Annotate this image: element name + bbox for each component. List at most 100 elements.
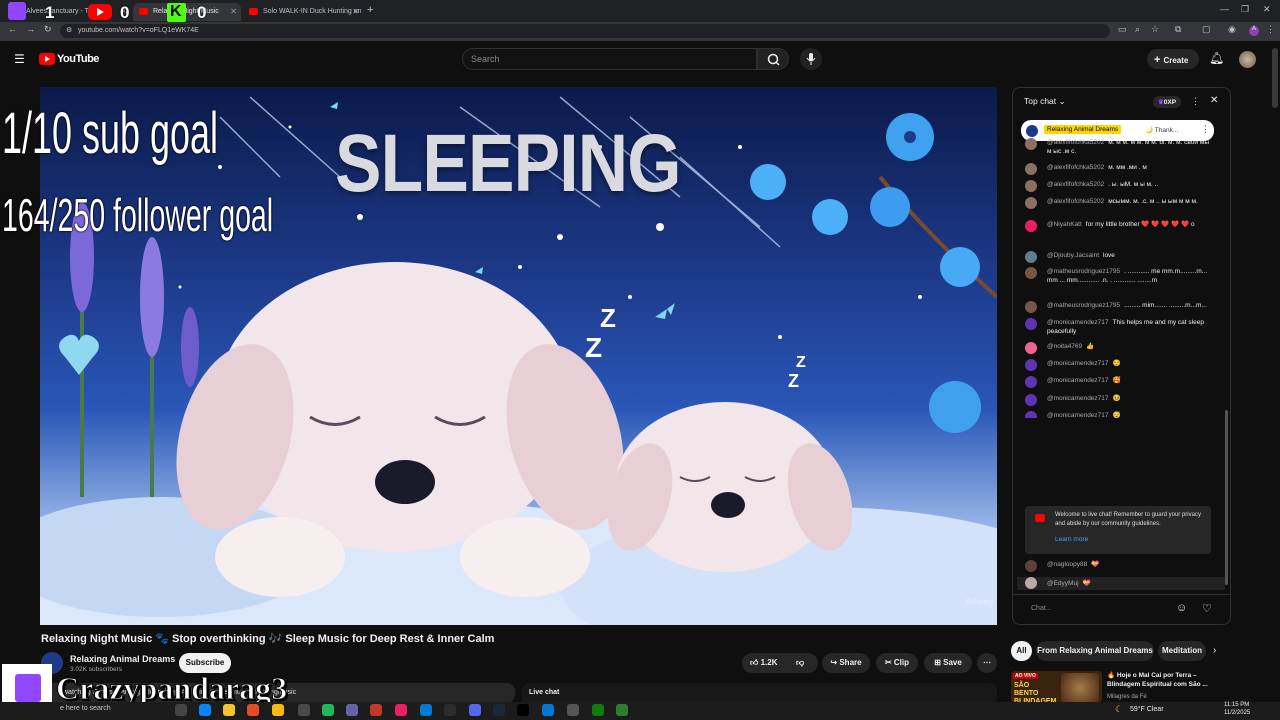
chevron-right-icon[interactable]: › [1213, 645, 1216, 656]
chat-avatar [1025, 301, 1037, 313]
cast-icon[interactable]: ▭ [1118, 24, 1127, 35]
search-input[interactable]: Search [462, 48, 757, 70]
video-title: Relaxing Night Music 🐾 Stop overthinking… [41, 633, 495, 645]
thumbs-down-icon[interactable]: 👎︎ [796, 658, 804, 668]
chip-all[interactable]: All [1011, 641, 1032, 661]
discord-icon[interactable] [469, 704, 481, 716]
live-chat-label: Live chat [529, 689, 560, 696]
chat-message-body: @monicamendez717 😌 [1047, 359, 1215, 368]
chat-username: @Djouby.Jacsaint [1047, 252, 1099, 259]
app-icon[interactable] [346, 704, 358, 716]
minimize-icon[interactable]: — [1220, 4, 1229, 14]
edge-icon[interactable] [199, 704, 211, 716]
live-chat-replay-header[interactable]: Live chat [522, 683, 997, 703]
chat-avatar [1025, 577, 1037, 589]
tiktok-icon[interactable] [395, 704, 407, 716]
more-actions-button[interactable]: ⋯ [977, 653, 997, 673]
chat-input[interactable]: Chat... [1023, 600, 1176, 618]
steam-icon[interactable] [493, 704, 505, 716]
share-icon: ↪ [830, 658, 840, 667]
more-menu-icon[interactable]: ⋮ [1266, 24, 1275, 35]
close-window-icon[interactable]: ✕ [1263, 4, 1271, 15]
chat-text: 💝 [1082, 580, 1091, 587]
notifications-bell-icon[interactable]: 🔔︎ [1209, 51, 1224, 65]
split-view-icon[interactable]: ▢ [1202, 24, 1211, 35]
app-icon[interactable] [567, 704, 579, 716]
back-icon[interactable]: ← [8, 24, 17, 34]
chat-username: @alexfifofchka5202 [1047, 181, 1105, 188]
youtube-wordmark[interactable]: YouTube [57, 53, 99, 65]
emoji-icon[interactable]: ☺ [1176, 602, 1187, 614]
app-icon[interactable] [616, 704, 628, 716]
learn-more-link[interactable]: Learn more [1055, 536, 1088, 543]
xbox-icon[interactable] [592, 704, 604, 716]
bookmark-star-icon[interactable]: ☆ [1151, 24, 1159, 35]
save-button[interactable]: ⊞ Save [924, 653, 972, 673]
profile-icon[interactable]: ◉ [1228, 24, 1236, 35]
app-icon[interactable] [247, 704, 259, 716]
tab-duck-hunting[interactable]: Solo WALK-IN Duck Hunting on ✕ [243, 3, 363, 21]
tab-youtube-active[interactable]: Relaxing Night Music ✕ [133, 3, 241, 21]
youtube-logo-icon[interactable] [39, 53, 55, 65]
chat-text: 🥰 [1112, 377, 1121, 384]
app-icon[interactable] [420, 704, 432, 716]
chat-avatar [1025, 342, 1037, 354]
recommended-title[interactable]: 🔥 Hoje o Mal Cai por Terra – Blindagem E… [1107, 671, 1217, 689]
app-icon[interactable] [298, 704, 310, 716]
close-icon[interactable]: ✕ [352, 7, 359, 16]
maximize-icon[interactable]: ❐ [1241, 4, 1249, 15]
address-bar[interactable]: ⚙ youtube.com/watch?v=oFLQ1eWK74E [60, 24, 1110, 38]
obs-icon[interactable] [444, 704, 456, 716]
chat-username: @NiyahKatt [1047, 221, 1082, 228]
search-placeholder: Search [471, 54, 500, 64]
account-avatar[interactable]: A [1249, 26, 1259, 36]
thumbs-up-icon[interactable]: 👍︎ [750, 658, 758, 667]
recommended-thumbnail[interactable]: AO VIVO SÃO BENTO BLINDAGEM [1011, 671, 1102, 703]
app-icon[interactable] [542, 704, 554, 716]
kick-icon[interactable] [517, 704, 529, 716]
site-info-icon[interactable]: ⚙ [66, 26, 72, 34]
more-icon: ⋯ [983, 658, 991, 667]
spotify-icon[interactable] [322, 704, 334, 716]
taskbar-date[interactable]: 11/2/2025 [1224, 710, 1250, 716]
chrome-icon[interactable] [272, 704, 284, 716]
forward-icon[interactable]: → [26, 24, 35, 34]
page-scrollbar[interactable] [1272, 48, 1278, 108]
chat-text: м. мм .ми . м [1108, 164, 1147, 171]
task-view-icon[interactable] [175, 704, 187, 716]
youtube-logo-icon [1035, 514, 1045, 522]
chat-message[interactable]: @EdyyMuj 💝 [1017, 577, 1225, 590]
taskbar-search[interactable]: e here to search [60, 705, 111, 712]
channel-name[interactable]: Relaxing Animal Dreams [70, 654, 175, 664]
svg-text:Z: Z [600, 303, 616, 333]
chat-message-body: @Djouby.Jacsaint love [1047, 251, 1215, 260]
video-player[interactable]: Z Z Z Z SLEEPING Relaxing [40, 87, 997, 625]
like-count[interactable]: 1.2K [761, 658, 778, 667]
app-icon[interactable] [370, 704, 382, 716]
clip-button[interactable]: ✂ Clip [876, 653, 918, 673]
channel-avatar[interactable] [1239, 51, 1256, 68]
chat-scrollbar[interactable] [1225, 410, 1228, 585]
search-button[interactable] [757, 48, 789, 70]
extensions-icon[interactable]: ⧉ [1175, 24, 1181, 35]
close-icon[interactable]: ✕ [230, 7, 237, 16]
scissors-icon: ✂ [884, 658, 894, 667]
reload-icon[interactable]: ↻ [44, 24, 52, 35]
chip-from-channel[interactable]: From Relaxing Animal Dreams [1036, 641, 1154, 661]
new-tab-button[interactable]: + [367, 4, 373, 16]
hamburger-menu-icon[interactable]: ☰ [14, 52, 25, 66]
chip-meditation[interactable]: Meditation [1158, 641, 1206, 661]
create-button[interactable]: + Create [1147, 49, 1199, 69]
file-explorer-icon[interactable] [223, 704, 235, 716]
clip-label: Clip [893, 658, 910, 667]
chat-username: @alexfifofchka5202 [1047, 164, 1105, 171]
voice-search-button[interactable] [800, 48, 822, 70]
share-button[interactable]: ↪ Share [822, 653, 870, 673]
zoom-icon[interactable]: ⌕ [1135, 24, 1140, 35]
heart-reaction-icon[interactable]: ♡ [1202, 602, 1212, 615]
taskbar-time[interactable]: 11:15 PM [1224, 702, 1249, 708]
chat-avatar [1025, 251, 1037, 263]
weather-text[interactable]: 59°F Clear [1130, 706, 1164, 713]
chat-avatar [1025, 267, 1037, 279]
chat-username: @monicamendez717 [1047, 377, 1109, 384]
